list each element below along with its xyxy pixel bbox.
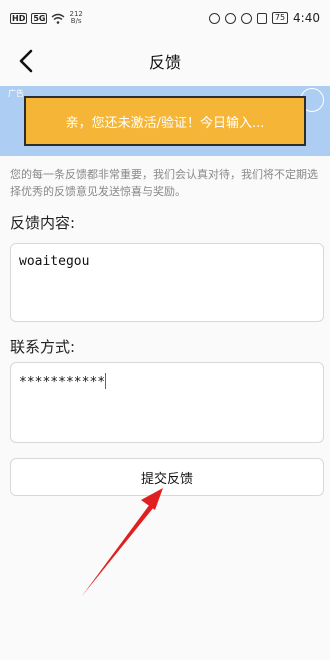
net-speed-unit: B/s (70, 17, 82, 25)
battery-indicator: 75 (271, 12, 289, 24)
feedback-content-field[interactable]: woaitegou (10, 243, 324, 322)
top-app-bar: 反馈 (0, 36, 330, 86)
feedback-notice: 您的每一条反馈都非常重要，我们会认真对待，我们将不定期选择优秀的反馈意见发送惊喜… (10, 168, 318, 198)
vibrate-icon (256, 12, 267, 24)
page-title: 反馈 (148, 53, 181, 72)
feedback-content-value: woaitegou (19, 254, 90, 269)
net-speed: 212 B/s (69, 11, 82, 25)
feedback-content-label: 反馈内容: (10, 214, 76, 232)
text-cursor (105, 373, 107, 389)
back-button[interactable] (14, 48, 40, 74)
ad-banner[interactable]: 广告 亲，您还未激活/验证！今日输入... (0, 86, 330, 156)
signal-indicator: 5G (31, 12, 48, 24)
contact-label: 联系方式: (10, 338, 76, 356)
submit-feedback-label: 提交反馈 (140, 471, 193, 487)
status-left: HD 5G 212 B/s (10, 11, 83, 25)
contact-field[interactable]: *********** (10, 362, 324, 443)
contact-value: *********** (19, 375, 106, 390)
alarm-icon (240, 12, 252, 24)
status-right: 75 4:40 (208, 11, 320, 25)
wifi-icon (52, 13, 65, 24)
hd-indicator: HD (10, 12, 28, 24)
ad-tag: 广告 (8, 89, 24, 98)
chevron-left-icon (19, 49, 33, 73)
status-bar: HD 5G 212 B/s 75 4:40 (0, 0, 330, 36)
eye-icon (224, 12, 236, 24)
clock: 4:40 (293, 11, 320, 25)
nfc-icon (208, 12, 220, 24)
ad-text: 亲，您还未激活/验证！今日输入... (65, 115, 265, 131)
ad-card[interactable]: 亲，您还未激活/验证！今日输入... (24, 96, 306, 146)
submit-feedback-button[interactable]: 提交反馈 (10, 458, 324, 496)
